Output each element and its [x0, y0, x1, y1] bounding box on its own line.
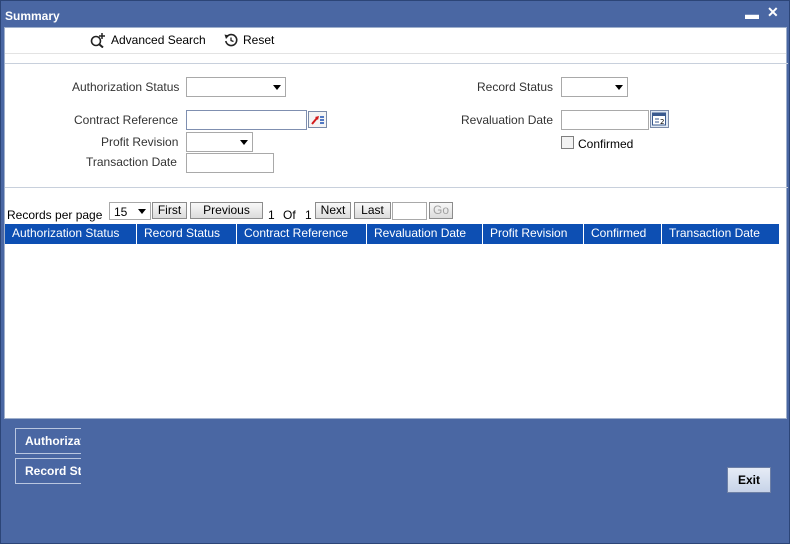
exit-button[interactable]: Exit	[727, 467, 771, 493]
close-icon[interactable]: ✕	[767, 5, 779, 19]
total-pages: 1	[305, 208, 312, 222]
previous-page-button[interactable]: Previous	[190, 202, 263, 219]
column-profit-revision[interactable]: Profit Revision	[483, 224, 584, 244]
of-label: Of	[283, 208, 296, 222]
chevron-down-icon	[240, 140, 248, 145]
summary-window: Summary ▬ ✕ Advanced Search Reset Author…	[0, 0, 790, 544]
column-contract-reference[interactable]: Contract Reference	[237, 224, 367, 244]
minimize-icon[interactable]: ▬	[745, 7, 759, 21]
revaluation-date-calendar-button[interactable]: 2	[650, 110, 669, 128]
records-per-page-select[interactable]: 15	[109, 202, 151, 220]
records-per-page-label: Records per page	[7, 208, 103, 222]
summary-content: Advanced Search Reset Authorization Stat…	[4, 27, 788, 419]
current-page: 1	[268, 208, 275, 222]
authorization-status-label: Authorization Status	[72, 80, 180, 94]
authorization-status-button[interactable]: Authorizat	[15, 428, 81, 454]
reset-button[interactable]: Reset	[223, 32, 274, 48]
confirmed-label: Confirmed	[578, 137, 634, 151]
transaction-date-input[interactable]	[186, 153, 274, 173]
last-page-button[interactable]: Last	[354, 202, 391, 219]
advanced-search-button[interactable]: Advanced Search	[89, 32, 206, 48]
chevron-down-icon	[615, 85, 623, 90]
next-page-button[interactable]: Next	[315, 202, 351, 219]
column-confirmed[interactable]: Confirmed	[584, 224, 662, 244]
calendar-icon: 2	[652, 112, 666, 126]
authorization-status-select[interactable]	[186, 77, 286, 97]
profit-revision-select[interactable]	[186, 132, 253, 152]
records-per-page-value: 15	[114, 205, 128, 219]
title-bar[interactable]: Summary ▬ ✕	[1, 1, 789, 27]
contract-reference-input[interactable]	[186, 110, 307, 130]
confirmed-checkbox[interactable]	[561, 136, 574, 149]
contract-reference-label: Contract Reference	[74, 113, 179, 127]
column-revaluation-date[interactable]: Revaluation Date	[367, 224, 483, 244]
advanced-search-label: Advanced Search	[111, 33, 206, 47]
column-transaction-date[interactable]: Transaction Date	[662, 224, 779, 244]
results-grid-header: Authorization Status Record Status Contr…	[5, 224, 779, 244]
profit-revision-label: Profit Revision	[101, 135, 179, 149]
reset-icon	[224, 33, 238, 47]
contract-reference-lov-button[interactable]	[308, 111, 327, 128]
chevron-down-icon	[273, 85, 281, 90]
toolbar: Advanced Search Reset	[5, 28, 786, 54]
pagination-bar: Records per page 15 First Previous 1 Of …	[5, 200, 788, 222]
first-page-button[interactable]: First	[152, 202, 187, 219]
transaction-date-label: Transaction Date	[86, 155, 177, 169]
record-status-select[interactable]	[561, 77, 628, 97]
page-number-input[interactable]	[392, 202, 427, 220]
search-criteria-panel: Authorization Status Record Status Contr…	[5, 63, 788, 188]
list-of-values-icon	[311, 116, 324, 125]
column-record-status[interactable]: Record Status	[137, 224, 237, 244]
revaluation-date-label: Revaluation Date	[461, 113, 554, 127]
record-status-label: Record Status	[477, 80, 554, 94]
chevron-down-icon	[138, 209, 146, 214]
revaluation-date-input[interactable]	[561, 110, 649, 130]
search-plus-icon	[90, 33, 105, 48]
reset-label: Reset	[243, 33, 275, 47]
column-authorization-status[interactable]: Authorization Status	[5, 224, 137, 244]
results-grid-body	[5, 244, 786, 418]
window-title: Summary	[5, 9, 60, 23]
svg-text:2: 2	[660, 118, 664, 126]
record-status-button[interactable]: Record St	[15, 458, 81, 484]
go-button[interactable]: Go	[429, 202, 453, 219]
